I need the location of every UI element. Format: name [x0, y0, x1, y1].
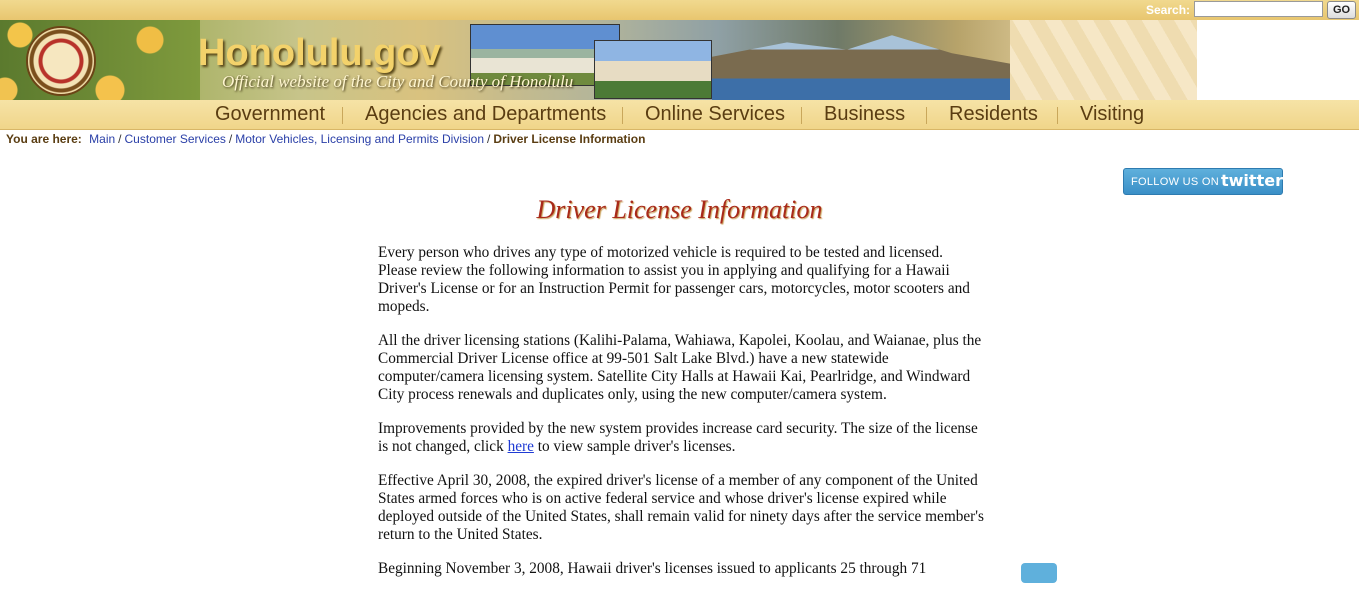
site-subtitle: Official website of the City and County …	[222, 72, 574, 91]
search-label: Search:	[1146, 3, 1191, 17]
nav-separator	[801, 107, 802, 124]
search-input[interactable]	[1194, 1, 1323, 17]
breadcrumb-motor-vehicles[interactable]: Motor Vehicles, Licensing and Permits Di…	[235, 132, 484, 146]
header-banner: Honolulu.gov Official website of the Cit…	[0, 20, 1197, 100]
nav-separator	[926, 107, 927, 124]
nav-separator	[622, 107, 623, 124]
go-button[interactable]: GO	[1327, 1, 1356, 19]
paragraph-intro: Every person who drives any type of moto…	[378, 244, 970, 315]
page-title: Driver License Information	[0, 195, 1359, 225]
twitter-logo-icon: twitter	[1221, 171, 1283, 190]
nav-agencies[interactable]: Agencies and Departments	[365, 103, 606, 126]
city-seal-logo[interactable]	[26, 26, 96, 96]
banner-spacer	[1197, 20, 1359, 100]
nav-residents[interactable]: Residents	[949, 103, 1038, 126]
nav-government[interactable]: Government	[215, 103, 325, 126]
diamond-head-photo	[712, 35, 1012, 100]
twitter-follow-label: FOLLOW US ON	[1131, 176, 1219, 188]
breadcrumb-separator: /	[487, 132, 491, 146]
twitter-follow-button[interactable]: FOLLOW US ON twitter	[1123, 168, 1283, 195]
paragraph-improvements-tail: to view sample driver's licenses.	[533, 438, 736, 455]
paragraph-november: Beginning November 3, 2008, Hawaii drive…	[378, 560, 927, 577]
sample-licenses-link[interactable]: here	[508, 438, 534, 455]
breadcrumb: You are here: Main / Customer Services / Mot…	[6, 132, 645, 146]
back-to-top-icon[interactable]	[1021, 563, 1057, 583]
paragraph-military: Effective April 30, 2008, the expired dr…	[378, 472, 984, 543]
nav-online-services[interactable]: Online Services	[645, 103, 785, 126]
breadcrumb-customer-services[interactable]: Customer Services	[125, 132, 226, 146]
breadcrumb-main[interactable]: Main	[89, 132, 115, 146]
breadcrumb-label: You are here:	[6, 132, 82, 146]
paragraph-stations: All the driver licensing stations (Kalih…	[378, 332, 982, 403]
top-bar: Search: GO	[0, 0, 1359, 20]
building-photo-2	[594, 40, 712, 99]
site-title[interactable]: Honolulu.gov	[198, 32, 441, 75]
main-nav: Government Agencies and Departments Onli…	[0, 100, 1359, 130]
nav-separator	[1057, 107, 1058, 124]
main-content: Every person who drives any type of moto…	[378, 244, 984, 594]
breadcrumb-separator: /	[118, 132, 122, 146]
breadcrumb-current: Driver License Information	[493, 132, 646, 146]
page-title-text: Driver License Information	[536, 195, 823, 224]
nav-visiting[interactable]: Visiting	[1080, 103, 1144, 126]
tapa-pattern	[1010, 20, 1197, 100]
breadcrumb-separator: /	[228, 132, 233, 146]
nav-business[interactable]: Business	[824, 103, 905, 126]
paragraph-improvements: Improvements provided by the new system …	[378, 420, 984, 456]
nav-separator	[342, 107, 343, 124]
